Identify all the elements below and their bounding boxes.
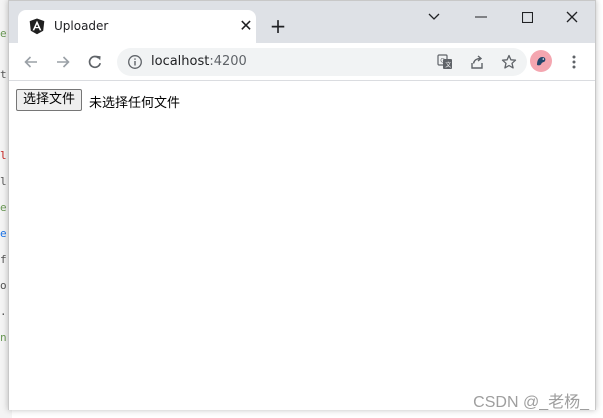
code-line: t [0, 68, 7, 81]
maximize-icon[interactable] [509, 4, 545, 30]
code-line: f [0, 253, 7, 266]
url-host: localhost [151, 54, 210, 69]
choose-file-button[interactable]: 选择文件 [16, 89, 83, 111]
forward-arrow-icon[interactable] [49, 48, 77, 76]
code-line: n [0, 331, 7, 344]
close-tab-icon[interactable]: ✕ [238, 17, 254, 35]
code-line: e [0, 227, 7, 240]
address-bar[interactable]: localhost:4200 G 文 [117, 48, 527, 76]
code-line: e [0, 201, 7, 214]
svg-text:文: 文 [445, 61, 451, 69]
code-line: o [0, 279, 7, 292]
more-vert-icon[interactable] [565, 48, 583, 76]
browser-window: Uploader ✕ + localhost:4200 G 文 选择文件 未选择… [8, 0, 596, 410]
tab-strip: Uploader ✕ + [9, 1, 595, 43]
code-line: l [0, 149, 7, 162]
bookmark-star-icon[interactable] [500, 53, 518, 71]
page-content: 选择文件 未选择任何文件 [9, 82, 595, 410]
translate-icon[interactable]: G 文 [436, 53, 454, 71]
chevron-down-icon[interactable] [416, 4, 452, 30]
code-line: l [0, 175, 7, 188]
share-icon[interactable] [468, 53, 486, 71]
tab-uploader[interactable]: Uploader ✕ [18, 10, 256, 43]
close-window-icon[interactable] [554, 4, 590, 30]
url-text: localhost:4200 [151, 54, 247, 69]
profile-avatar[interactable] [530, 50, 552, 72]
tab-title: Uploader [54, 19, 109, 33]
angular-logo-icon [29, 18, 45, 35]
code-line: e [0, 27, 7, 40]
file-status-text: 未选择任何文件 [89, 96, 181, 111]
csdn-watermark: CSDN @_老杨_ [473, 394, 589, 411]
back-arrow-icon[interactable] [17, 48, 45, 76]
browser-toolbar: localhost:4200 G 文 [9, 43, 595, 81]
minimize-icon[interactable] [463, 4, 499, 30]
code-line: . [0, 305, 7, 318]
new-tab-button[interactable]: + [266, 14, 290, 38]
reload-icon[interactable] [81, 48, 109, 76]
site-info-icon[interactable] [127, 54, 143, 70]
url-port: :4200 [209, 54, 247, 69]
